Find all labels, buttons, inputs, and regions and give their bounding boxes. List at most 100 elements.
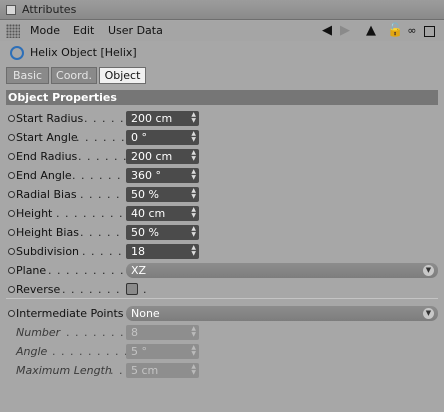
row-intermediate-points: Intermediate Points None ▼: [0, 305, 444, 323]
maximum-length-value: 5 cm: [131, 364, 159, 377]
animation-dot-icon[interactable]: [8, 172, 15, 179]
chevron-down-icon: ▼: [423, 308, 434, 319]
start-radius-label: Start Radius: [16, 112, 84, 125]
end-radius-value: 200 cm: [131, 150, 173, 163]
menu-mode[interactable]: Mode: [30, 24, 60, 37]
intermediate-points-label: Intermediate Points: [16, 307, 124, 320]
end-radius-label: End Radius: [16, 150, 78, 163]
end-radius-field[interactable]: 200 cm ▲ ▼: [126, 149, 199, 164]
row-radial-bias: Radial Bias . . . . . . . 50 % ▲ ▼: [0, 186, 444, 204]
row-number: Number . . . . . . . . . 8 ▲ ▼: [0, 324, 444, 342]
angle-value: 5 °: [131, 345, 147, 358]
spinner-arrows-icon[interactable]: ▲ ▼: [191, 207, 196, 219]
number-label: Number: [16, 326, 61, 339]
new-link-icon[interactable]: ∞: [405, 24, 419, 38]
object-title: Helix Object [Helix]: [30, 46, 137, 59]
reverse-checkbox[interactable]: [126, 283, 138, 295]
number-value: 8: [131, 326, 138, 339]
intermediate-points-value: None: [131, 307, 160, 320]
tab-coord[interactable]: Coord.: [51, 67, 97, 84]
spinner-arrows-icon: ▲ ▼: [191, 363, 196, 376]
section-header-object-properties: Object Properties: [6, 90, 438, 105]
up-arrow-icon[interactable]: ▲: [364, 24, 378, 38]
plane-label: Plane: [16, 264, 47, 277]
animation-dot-icon[interactable]: [8, 267, 15, 274]
panel-close-icon[interactable]: [6, 5, 16, 15]
menu-edit[interactable]: Edit: [73, 24, 94, 37]
forward-arrow-icon[interactable]: ▶: [338, 24, 352, 38]
tab-basic[interactable]: Basic: [6, 67, 49, 84]
panel-title: Attributes: [22, 3, 77, 16]
panel-title-bar: Attributes: [0, 0, 444, 20]
maximum-length-field[interactable]: 5 cm ▲ ▼: [126, 363, 199, 378]
maximum-length-label: Maximum Length: [16, 364, 112, 377]
animation-dot-icon[interactable]: [8, 134, 15, 141]
start-angle-value: 0 °: [131, 131, 147, 144]
spinner-arrows-icon[interactable]: ▲ ▼: [191, 112, 196, 124]
spinner-arrows-icon: ▲ ▼: [191, 344, 196, 357]
tab-object[interactable]: Object: [99, 67, 146, 84]
angle-field[interactable]: 5 ° ▲ ▼: [126, 344, 199, 359]
radial-bias-label: Radial Bias: [16, 188, 77, 201]
grip-icon[interactable]: [6, 24, 20, 38]
row-angle: Angle . . . . . . . . . . . 5 ° ▲ ▼: [0, 343, 444, 361]
angle-label: Angle: [16, 345, 48, 358]
row-start-angle: Start Angle . . . . . . . 0 ° ▲ ▼: [0, 129, 444, 147]
animation-dot-icon[interactable]: [8, 115, 15, 122]
row-start-radius: Start Radius . . . . . . 200 cm ▲ ▼: [0, 110, 444, 128]
start-angle-label: Start Angle: [16, 131, 78, 144]
height-bias-value: 50 %: [131, 226, 159, 239]
chevron-down-icon: ▼: [423, 265, 434, 276]
plane-dropdown[interactable]: XZ ▼: [126, 263, 438, 278]
end-angle-value: 360 °: [131, 169, 161, 182]
row-height-bias: Height Bias . . . . . . . 50 % ▲ ▼: [0, 224, 444, 242]
row-maximum-length: Maximum Length . . 5 cm ▲ ▼: [0, 362, 444, 380]
animation-dot-icon[interactable]: [8, 248, 15, 255]
height-field[interactable]: 40 cm ▲ ▼: [126, 206, 199, 221]
row-reverse: Reverse . . . . . . . . . .: [0, 281, 444, 299]
reverse-label: Reverse: [16, 283, 61, 296]
spinner-arrows-icon: ▲ ▼: [191, 325, 196, 338]
row-end-angle: End Angle . . . . . . . . 360 ° ▲ ▼: [0, 167, 444, 185]
subdivision-field[interactable]: 18 ▲ ▼: [126, 244, 199, 259]
spinner-arrows-icon[interactable]: ▲ ▼: [191, 188, 196, 200]
helix-object-icon: [10, 46, 24, 60]
height-label: Height: [16, 207, 53, 220]
row-end-radius: End Radius . . . . . . . 200 cm ▲ ▼: [0, 148, 444, 166]
plane-value: XZ: [131, 264, 147, 277]
divider: [6, 298, 438, 299]
spinner-arrows-icon[interactable]: ▲ ▼: [191, 245, 196, 257]
animation-dot-icon[interactable]: [8, 286, 15, 293]
menu-user-data[interactable]: User Data: [108, 24, 163, 37]
spinner-arrows-icon[interactable]: ▲ ▼: [191, 150, 196, 162]
back-arrow-icon[interactable]: ◀: [320, 24, 334, 38]
animation-dot-icon[interactable]: [8, 153, 15, 160]
start-radius-field[interactable]: 200 cm ▲ ▼: [126, 111, 199, 126]
radial-bias-field[interactable]: 50 % ▲ ▼: [126, 187, 199, 202]
animation-dot-icon[interactable]: [8, 310, 15, 317]
height-bias-label: Height Bias: [16, 226, 79, 239]
end-angle-field[interactable]: 360 ° ▲ ▼: [126, 168, 199, 183]
row-subdivision: Subdivision . . . . . . . 18 ▲ ▼: [0, 243, 444, 261]
new-window-icon[interactable]: [424, 26, 435, 37]
spinner-arrows-icon[interactable]: ▲ ▼: [191, 169, 196, 181]
spinner-arrows-icon[interactable]: ▲ ▼: [191, 226, 196, 238]
label-leader: . .: [110, 364, 124, 377]
subdivision-label: Subdivision: [16, 245, 80, 258]
animation-dot-icon[interactable]: [8, 210, 15, 217]
end-angle-label: End Angle: [16, 169, 72, 182]
intermediate-points-dropdown[interactable]: None ▼: [126, 306, 438, 321]
menu-bar: Mode Edit User Data ◀ ▶ ▲ 🔓 ∞: [0, 21, 444, 41]
row-plane: Plane . . . . . . . . . . . . XZ ▼: [0, 262, 444, 280]
animation-dot-icon[interactable]: [8, 191, 15, 198]
spinner-arrows-icon[interactable]: ▲ ▼: [191, 131, 196, 143]
height-bias-field[interactable]: 50 % ▲ ▼: [126, 225, 199, 240]
number-field[interactable]: 8 ▲ ▼: [126, 325, 199, 340]
lock-icon[interactable]: 🔓: [387, 24, 403, 38]
subdivision-value: 18: [131, 245, 145, 258]
radial-bias-value: 50 %: [131, 188, 159, 201]
height-value: 40 cm: [131, 207, 166, 220]
start-radius-value: 200 cm: [131, 112, 173, 125]
start-angle-field[interactable]: 0 ° ▲ ▼: [126, 130, 199, 145]
animation-dot-icon[interactable]: [8, 229, 15, 236]
